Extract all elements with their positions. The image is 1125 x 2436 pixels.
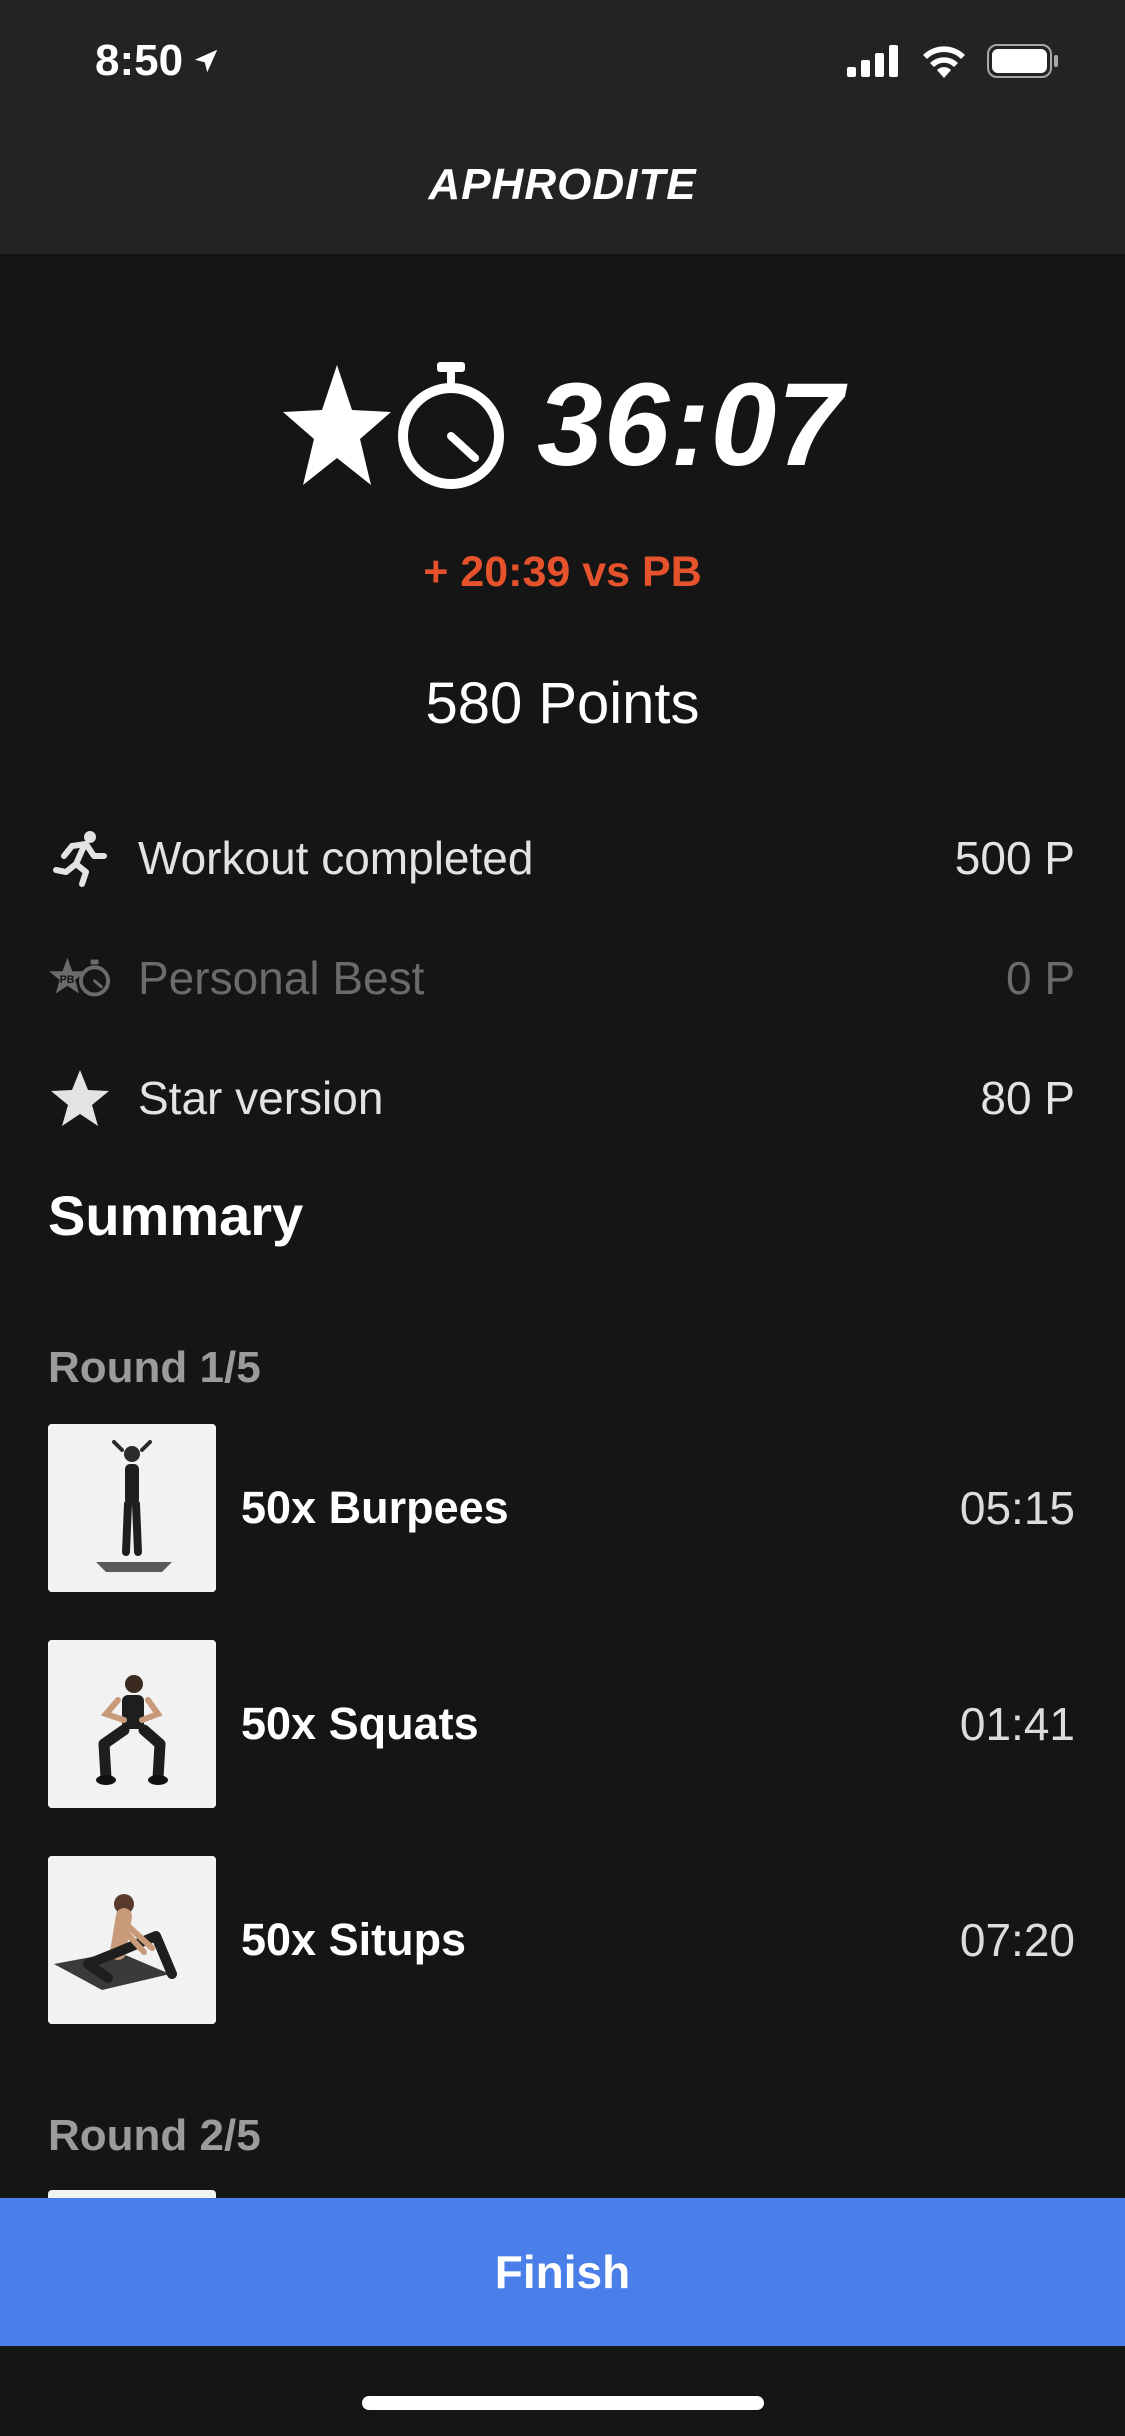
points-total: 580 Points (425, 671, 700, 736)
points-value: 0 P (1005, 952, 1075, 1004)
exercise-thumbnail-squats (48, 1640, 216, 1808)
wifi-icon (923, 46, 965, 78)
finish-button[interactable]: Finish (0, 2198, 1125, 2346)
points-row-star-version: Star version 80 P (48, 1063, 1075, 1133)
total-time: 36:07 (537, 359, 844, 491)
workout-title: APHRODITE (428, 160, 697, 209)
exercise-row[interactable]: 50x Situps 07:20 (48, 1856, 1075, 2024)
personal-best-icon: PB (48, 957, 111, 997)
status-time: 8:50 (95, 36, 221, 86)
home-indicator[interactable] (362, 2396, 764, 2410)
round-title: Round 1/5 (48, 1343, 261, 1392)
points-value: 500 P (954, 832, 1075, 884)
points-row-personal-best: PB Personal Best 0 P (48, 943, 1075, 1013)
summary-title: Summary (48, 1184, 304, 1247)
battery-icon (987, 44, 1058, 78)
exercise-time: 07:20 (959, 1914, 1075, 1966)
points-label: Workout completed (138, 832, 534, 884)
running-person-icon (53, 831, 107, 887)
cellular-signal-icon (847, 45, 898, 77)
points-value: 80 P (980, 1072, 1075, 1124)
bottom-safe-area (0, 2346, 1125, 2436)
exercise-row[interactable]: 50x Burpees 05:15 (48, 1424, 1075, 1592)
round-title: Round 2/5 (48, 2111, 261, 2160)
star-timer-icons (281, 360, 509, 490)
exercise-time: 01:41 (959, 1698, 1075, 1750)
status-icons (847, 44, 1059, 78)
exercise-name: 50x Situps (241, 1914, 467, 1965)
points-label: Personal Best (138, 952, 425, 1004)
points-label: Star version (138, 1072, 384, 1124)
exercise-name: 50x Squats (241, 1698, 479, 1749)
status-time-text: 8:50 (95, 36, 184, 85)
star-icon (51, 1070, 109, 1126)
vs-personal-best: + 20:39 vs PB (423, 548, 702, 596)
exercise-thumbnail-burpees (48, 1424, 216, 1592)
top-bar: 8:50 APHRODITE (0, 0, 1125, 254)
svg-text:PB: PB (60, 974, 75, 986)
exercise-time: 05:15 (959, 1482, 1075, 1534)
exercise-row[interactable]: 50x Squats 01:41 (48, 1640, 1075, 1808)
points-row-workout-completed: Workout completed 500 P (48, 823, 1075, 893)
exercise-name: 50x Burpees (241, 1482, 509, 1533)
star-icon (283, 365, 392, 485)
exercise-thumbnail-situps (48, 1856, 216, 2024)
location-arrow-icon (194, 49, 218, 73)
stopwatch-icon (398, 362, 505, 489)
result-hero: 36:07 (0, 350, 1125, 500)
